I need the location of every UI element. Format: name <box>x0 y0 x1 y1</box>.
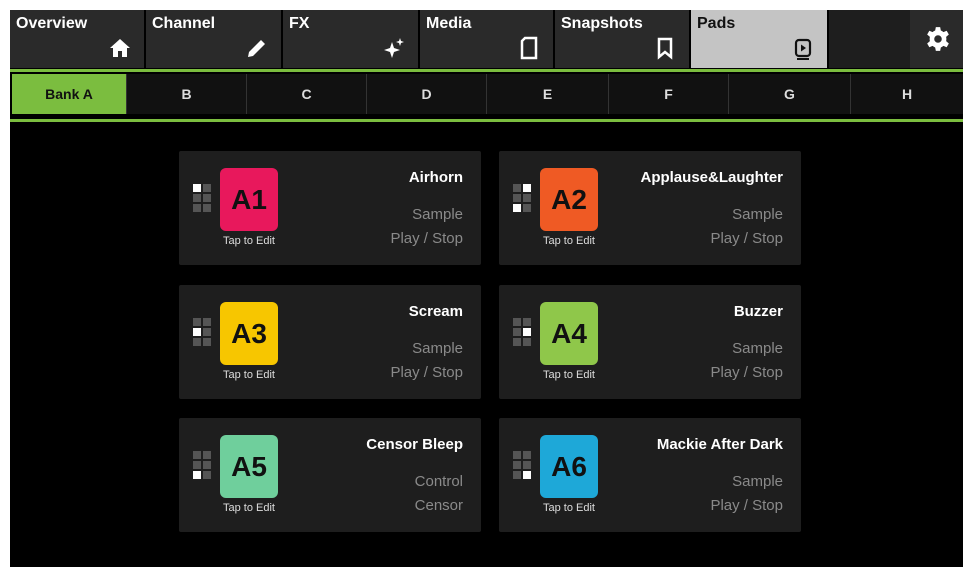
pad-tile[interactable]: A5 <box>220 435 278 498</box>
pad-a6[interactable]: A6 Tap to Edit Mackie After Dark Sample … <box>499 418 801 532</box>
bank-tab-b[interactable]: B <box>127 74 247 114</box>
tab-label: Overview <box>16 15 88 32</box>
pad-action: Play / Stop <box>390 364 463 381</box>
bank-tab-a[interactable]: Bank A <box>12 74 127 114</box>
pad-action: Play / Stop <box>710 497 783 514</box>
pad-tile[interactable]: A4 <box>540 302 598 365</box>
pad-type: Sample <box>732 473 783 490</box>
tab-label: Snapshots <box>561 15 643 32</box>
pad-tile[interactable]: A3 <box>220 302 278 365</box>
gear-icon <box>927 27 949 51</box>
sd-card-icon <box>520 36 538 60</box>
pad-action: Play / Stop <box>710 364 783 381</box>
pad-name: Airhorn <box>408 169 463 186</box>
bank-tab-g[interactable]: G <box>729 74 851 114</box>
pad-type: Sample <box>412 206 463 223</box>
tab-label: FX <box>289 15 310 32</box>
drag-handle-icon[interactable] <box>513 318 533 348</box>
pad-a4[interactable]: A4 Tap to Edit Buzzer Sample Play / Stop <box>499 285 801 399</box>
drag-handle-icon[interactable] <box>193 318 213 348</box>
drag-handle-icon[interactable] <box>193 184 213 214</box>
pad-a2[interactable]: A2 Tap to Edit Applause&Laughter Sample … <box>499 151 801 265</box>
tab-fx[interactable]: FX <box>283 10 420 68</box>
pad-a3[interactable]: A3 Tap to Edit Scream Sample Play / Stop <box>179 285 481 399</box>
pad-name: Applause&Laughter <box>640 169 783 186</box>
top-nav: Overview Channel FX Media Snapshots Pads <box>10 10 963 68</box>
pad-name: Censor Bleep <box>366 436 463 453</box>
tab-overview[interactable]: Overview <box>10 10 146 68</box>
tap-to-edit-label: Tap to Edit <box>543 369 595 381</box>
pad-action: Play / Stop <box>710 230 783 247</box>
pad-name: Buzzer <box>733 303 783 320</box>
pads-screen: Overview Channel FX Media Snapshots Pads… <box>10 10 963 567</box>
tap-to-edit-label: Tap to Edit <box>223 502 275 514</box>
tap-to-edit-label: Tap to Edit <box>223 369 275 381</box>
tab-media[interactable]: Media <box>420 10 555 68</box>
drag-handle-icon[interactable] <box>513 184 533 214</box>
tab-snapshots[interactable]: Snapshots <box>555 10 691 68</box>
tab-label: Media <box>426 15 472 32</box>
pad-action: Censor <box>414 497 463 514</box>
bank-tab-c[interactable]: C <box>247 74 367 114</box>
tap-to-edit-label: Tap to Edit <box>223 235 275 247</box>
settings-button[interactable] <box>910 10 963 68</box>
bookmark-icon <box>657 37 673 60</box>
bank-tab-e[interactable]: E <box>487 74 609 114</box>
tap-to-edit-label: Tap to Edit <box>543 235 595 247</box>
drag-handle-icon[interactable] <box>193 451 213 481</box>
pad-a5[interactable]: A5 Tap to Edit Censor Bleep Control Cens… <box>179 418 481 532</box>
pad-tile[interactable]: A2 <box>540 168 598 231</box>
bank-selector: Bank A B C D E F G H <box>12 74 963 114</box>
tab-label: Pads <box>697 15 736 32</box>
home-icon <box>110 39 130 57</box>
pad-name: Mackie After Dark <box>656 436 783 453</box>
pad-type: Control <box>414 473 463 490</box>
pad-a1[interactable]: A1 Tap to Edit Airhorn Sample Play / Sto… <box>179 151 481 265</box>
pad-name: Scream <box>408 303 463 320</box>
tab-pads[interactable]: Pads <box>691 10 829 68</box>
pencil-icon <box>248 40 265 57</box>
pad-type: Sample <box>732 206 783 223</box>
drag-handle-icon[interactable] <box>513 451 533 481</box>
bank-tab-f[interactable]: F <box>609 74 729 114</box>
pad-play-icon <box>794 38 812 60</box>
pad-type: Sample <box>732 340 783 357</box>
bank-tab-h[interactable]: H <box>851 74 963 114</box>
tap-to-edit-label: Tap to Edit <box>543 502 595 514</box>
pad-tile[interactable]: A6 <box>540 435 598 498</box>
bank-tab-d[interactable]: D <box>367 74 487 114</box>
sparkle-icon <box>384 38 404 58</box>
pad-type: Sample <box>412 340 463 357</box>
pad-action: Play / Stop <box>390 230 463 247</box>
pad-tile[interactable]: A1 <box>220 168 278 231</box>
tab-channel[interactable]: Channel <box>146 10 283 68</box>
tab-label: Channel <box>152 15 216 32</box>
